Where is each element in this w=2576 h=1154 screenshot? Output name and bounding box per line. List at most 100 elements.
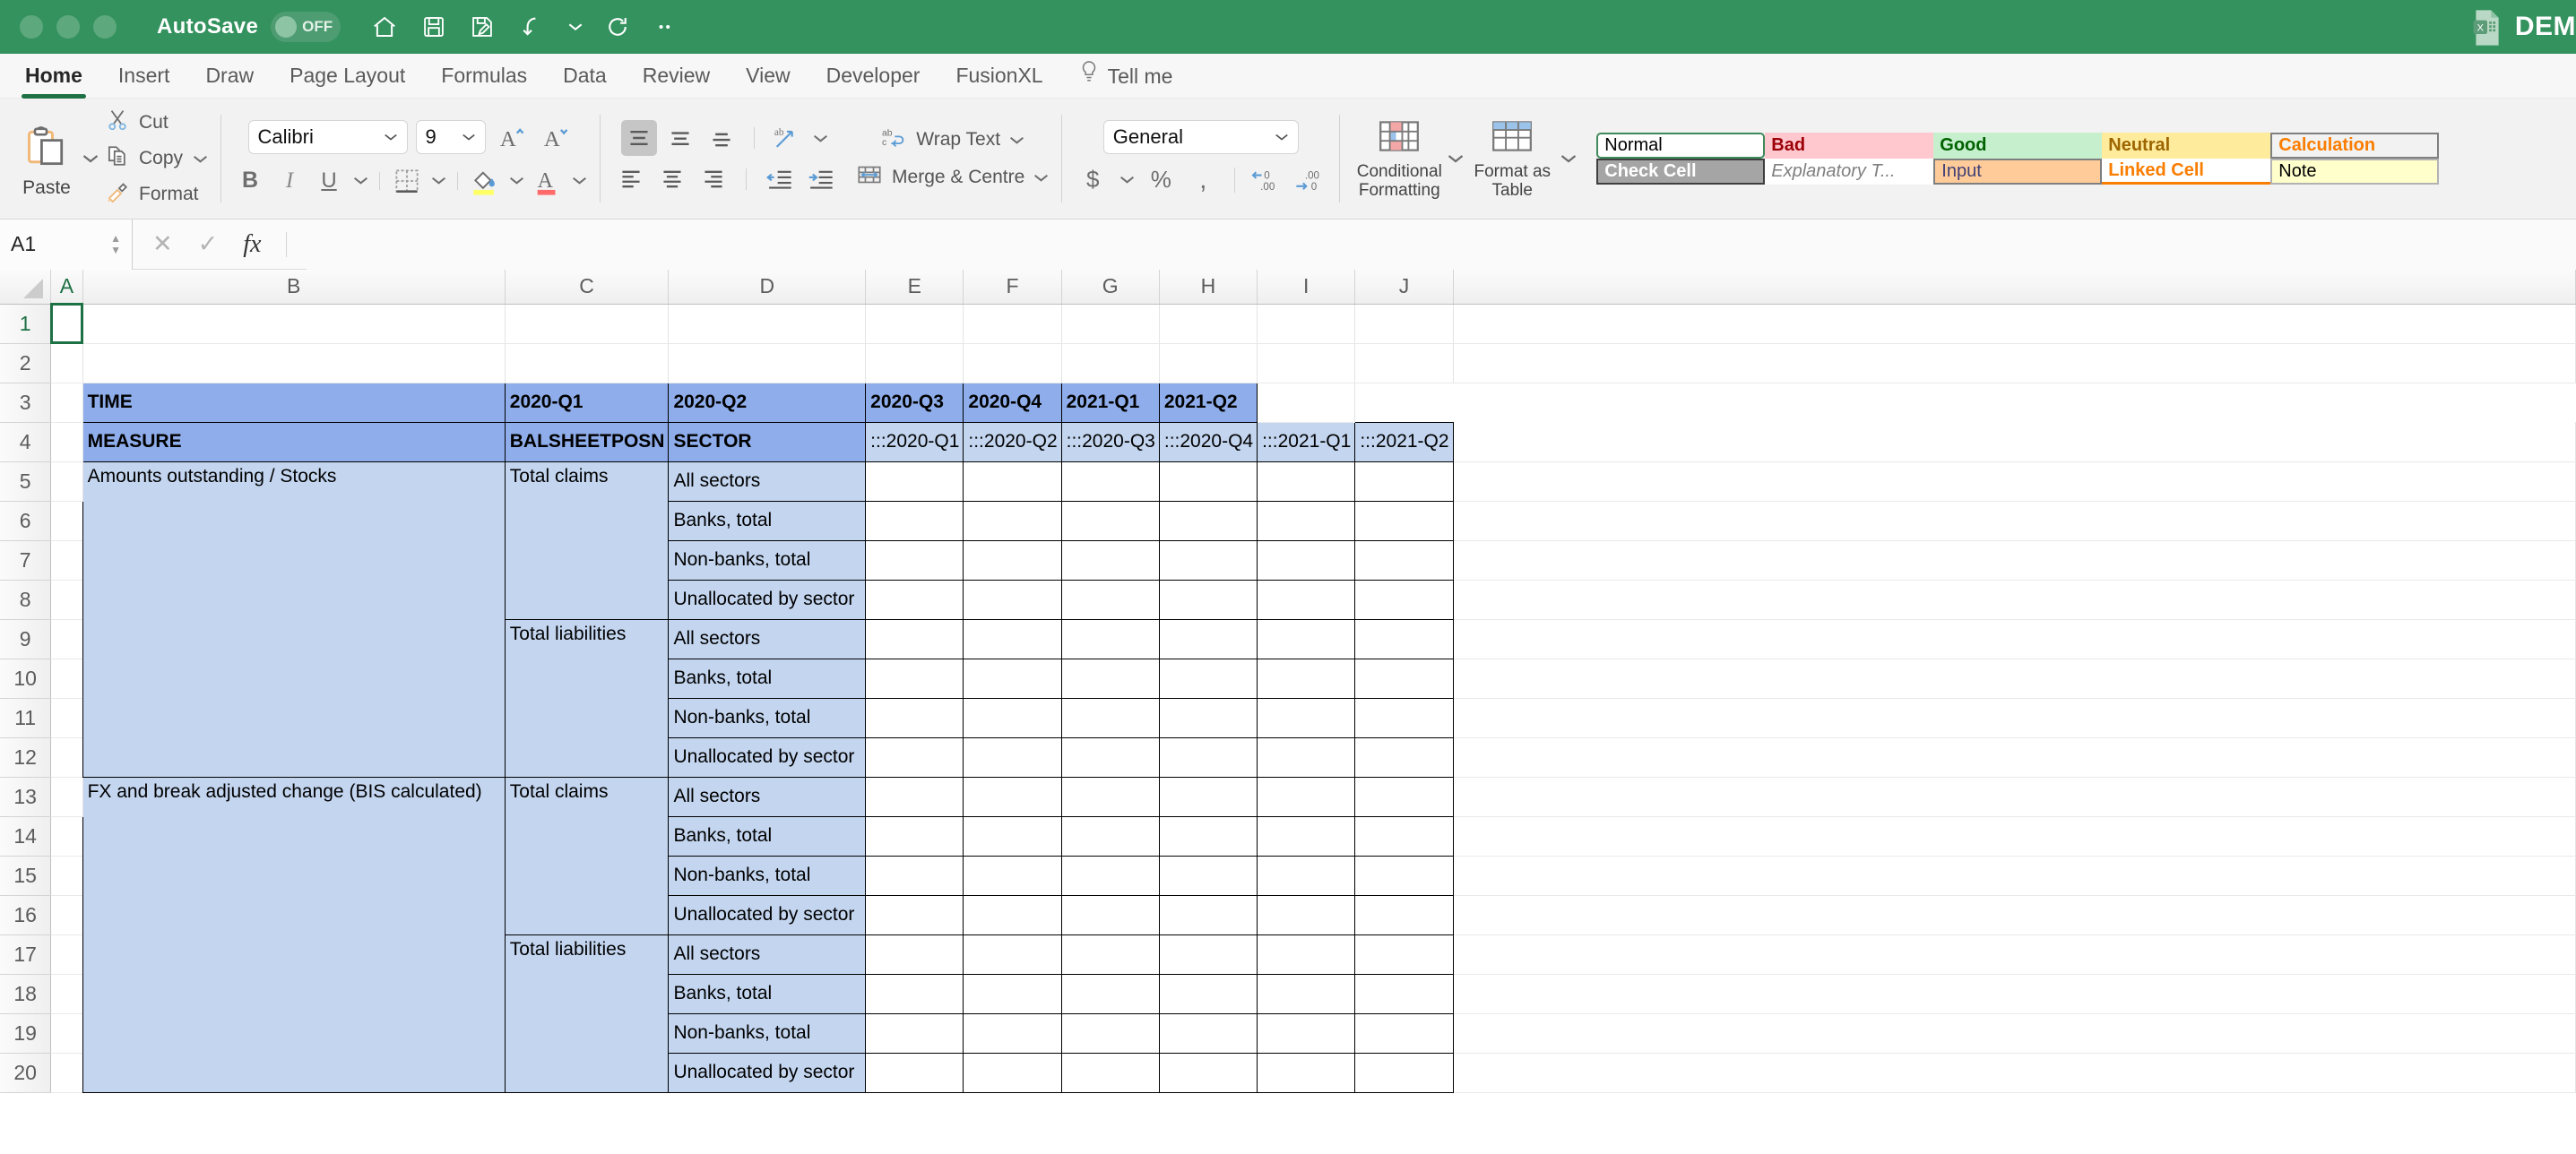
row-header-15[interactable]: 15 (0, 856, 51, 895)
grid-cell-J14[interactable] (1355, 816, 1453, 856)
grid-cell-G6[interactable] (1061, 501, 1159, 540)
font-size-select[interactable]: 9 (416, 120, 486, 154)
cell-style-calculation[interactable]: Calculation (2270, 133, 2439, 159)
underline-button[interactable]: U (311, 163, 347, 199)
grid-cell-G14[interactable] (1061, 816, 1159, 856)
grid-cell-A6[interactable] (51, 501, 82, 540)
grid-cell-I7[interactable] (1258, 540, 1355, 580)
grid-cell-C2[interactable] (505, 343, 669, 383)
home-icon[interactable] (371, 13, 398, 40)
grid-cell-F20[interactable] (964, 1053, 1061, 1092)
grid-cell-J19[interactable] (1355, 1013, 1453, 1053)
row-header-13[interactable]: 13 (0, 777, 51, 816)
grid-cell-H16[interactable] (1159, 895, 1257, 934)
grid-cell-H7[interactable] (1159, 540, 1257, 580)
grid-cell-G2[interactable] (1061, 343, 1159, 383)
grid-cell-F13[interactable] (964, 777, 1061, 816)
font-family-select[interactable]: Calibri (248, 120, 408, 154)
grid-cell-F5[interactable] (964, 461, 1061, 501)
grid-cell-E19[interactable] (866, 1013, 964, 1053)
grid-cell-J15[interactable] (1355, 856, 1453, 895)
grid-cell-filler-12[interactable] (1453, 737, 2575, 777)
grid-cell-A3[interactable] (51, 383, 82, 422)
grid-cell-E3[interactable]: 2020-Q1 (505, 383, 669, 422)
tab-developer[interactable]: Developer (808, 54, 938, 99)
grid-cell-D13[interactable]: All sectors (669, 777, 866, 816)
grid-cell-I11[interactable] (1258, 698, 1355, 737)
grid-cell-I1[interactable] (1258, 304, 1355, 343)
grid-cell-H10[interactable] (1159, 659, 1257, 698)
tab-review[interactable]: Review (625, 54, 728, 99)
grid-cell-A5[interactable] (51, 461, 82, 501)
grid-cell-F16[interactable] (964, 895, 1061, 934)
row-header-11[interactable]: 11 (0, 698, 51, 737)
grid-cell-A14[interactable] (51, 816, 82, 856)
grid-cell-I20[interactable] (1258, 1053, 1355, 1092)
wrap-text-chevron-down-icon[interactable] (1009, 129, 1024, 151)
grid-cell-filler-5[interactable] (1453, 461, 2575, 501)
spinner-down-icon[interactable]: ▼ (110, 245, 121, 254)
grid-cell-I4[interactable]: :::2021-Q1 (1258, 422, 1355, 461)
grid-cell-A11[interactable] (51, 698, 82, 737)
grid-cell-filler-3[interactable] (1258, 383, 1355, 422)
align-right-button[interactable] (696, 161, 731, 197)
grid-cell-A1[interactable] (51, 304, 82, 343)
decrease-indent-button[interactable] (761, 161, 797, 197)
undo-icon[interactable] (518, 13, 545, 40)
grid-cell-H6[interactable] (1159, 501, 1257, 540)
grid-cell-I5[interactable] (1258, 461, 1355, 501)
save-icon[interactable] (421, 14, 446, 39)
align-top-button[interactable] (621, 120, 657, 156)
grid-cell-A16[interactable] (51, 895, 82, 934)
grid-cell-E13[interactable] (866, 777, 964, 816)
grid-cell-C13[interactable]: Total claims (505, 777, 669, 934)
format-painter-button[interactable]: Format (106, 180, 208, 209)
grid-cell-F9[interactable] (964, 619, 1061, 659)
tab-draw[interactable]: Draw (187, 54, 272, 99)
grid-cell-E6[interactable] (866, 501, 964, 540)
row-header-1[interactable]: 1 (0, 304, 51, 343)
column-header-f[interactable]: F (964, 270, 1061, 304)
grid-cell-H13[interactable] (1159, 777, 1257, 816)
copy-button[interactable]: Copy (106, 144, 208, 173)
grid-cell-A17[interactable] (51, 934, 82, 974)
currency-format-button[interactable]: $ (1075, 162, 1111, 198)
grid-cell-G1[interactable] (1061, 304, 1159, 343)
column-header-j[interactable]: J (1355, 270, 1453, 304)
tab-home[interactable]: Home (7, 54, 100, 99)
grid-cell-E17[interactable] (866, 934, 964, 974)
grid-cell-A18[interactable] (51, 974, 82, 1013)
maximize-window-button[interactable] (93, 15, 117, 39)
row-header-18[interactable]: 18 (0, 974, 51, 1013)
grid-cell-J10[interactable] (1355, 659, 1453, 698)
grid-cell-D4[interactable]: SECTOR (669, 422, 866, 461)
grid-cell-G16[interactable] (1061, 895, 1159, 934)
grid-cell-F4[interactable]: :::2020-Q2 (964, 422, 1061, 461)
grid-cell-I13[interactable] (1258, 777, 1355, 816)
grid-cell-E12[interactable] (866, 737, 964, 777)
grid-cell-filler-20[interactable] (1453, 1053, 2575, 1092)
grid-cell-B1[interactable] (82, 304, 505, 343)
grid-cell-F17[interactable] (964, 934, 1061, 974)
grid-cell-F11[interactable] (964, 698, 1061, 737)
grid-cell-filler-1[interactable] (1453, 304, 2575, 343)
tab-data[interactable]: Data (545, 54, 625, 99)
increase-font-size-button[interactable]: A (494, 119, 530, 155)
decrease-decimal-button[interactable]: .00 0 (1291, 162, 1327, 198)
grid-cell-A12[interactable] (51, 737, 82, 777)
grid-cell-A13[interactable] (51, 777, 82, 816)
grid-cell-G5[interactable] (1061, 461, 1159, 501)
grid-cell-J5[interactable] (1355, 461, 1453, 501)
grid-cell-F18[interactable] (964, 974, 1061, 1013)
grid-cell-G3[interactable]: 2020-Q3 (866, 383, 964, 422)
save-as-icon[interactable] (470, 14, 495, 39)
grid-cell-A20[interactable] (51, 1053, 82, 1092)
grid-cell-F14[interactable] (964, 816, 1061, 856)
grid-cell-D5[interactable]: All sectors (669, 461, 866, 501)
grid-cell-H18[interactable] (1159, 974, 1257, 1013)
grid-cell-filler-8[interactable] (1453, 580, 2575, 619)
align-bottom-button[interactable] (704, 120, 739, 156)
italic-button[interactable]: I (272, 163, 307, 199)
grid-cell-E18[interactable] (866, 974, 964, 1013)
grid-cell-I14[interactable] (1258, 816, 1355, 856)
